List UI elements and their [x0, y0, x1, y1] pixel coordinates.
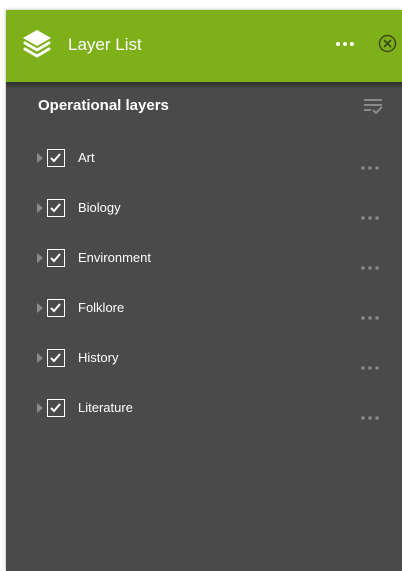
layer-list-panel: Layer List Operational layers Art Biolog… — [6, 10, 402, 571]
more-horizontal-icon[interactable] — [360, 415, 380, 421]
checkmark-icon — [50, 303, 61, 313]
layer-checkbox[interactable] — [47, 249, 65, 267]
layer-label: History — [78, 350, 119, 365]
checkmark-icon — [50, 153, 61, 163]
more-horizontal-icon[interactable] — [360, 365, 380, 371]
layer-row-literature: Literature — [6, 388, 402, 438]
layer-checkbox[interactable] — [47, 349, 65, 367]
close-circle-icon[interactable] — [378, 34, 397, 53]
layer-list: Art Biology Environment Folklore History… — [6, 138, 402, 438]
layers-icon — [23, 30, 51, 58]
layer-label: Art — [78, 150, 95, 165]
caret-right-icon[interactable] — [37, 203, 43, 213]
panel-title: Layer List — [68, 35, 142, 54]
panel-header: Layer List — [6, 10, 402, 82]
layer-checkbox[interactable] — [47, 299, 65, 317]
list-check-icon[interactable] — [362, 96, 384, 116]
layer-row-folklore: Folklore — [6, 288, 402, 338]
layer-label: Folklore — [78, 300, 125, 315]
layer-checkbox[interactable] — [47, 149, 65, 167]
layer-row-biology: Biology — [6, 188, 402, 238]
layer-checkbox[interactable] — [47, 399, 65, 417]
layer-row-environment: Environment — [6, 238, 402, 288]
header-shadow — [6, 82, 402, 89]
more-horizontal-icon[interactable] — [360, 215, 380, 221]
more-horizontal-icon[interactable] — [360, 315, 380, 321]
more-horizontal-icon[interactable] — [335, 40, 355, 48]
more-horizontal-icon[interactable] — [360, 165, 380, 171]
caret-right-icon[interactable] — [37, 303, 43, 313]
layer-label: Biology — [78, 200, 121, 215]
more-horizontal-icon[interactable] — [360, 265, 380, 271]
caret-right-icon[interactable] — [37, 153, 43, 163]
caret-right-icon[interactable] — [37, 253, 43, 263]
caret-right-icon[interactable] — [37, 403, 43, 413]
caret-right-icon[interactable] — [37, 353, 43, 363]
checkmark-icon — [50, 353, 61, 363]
checkmark-icon — [50, 253, 61, 263]
layer-row-art: Art — [6, 138, 402, 188]
checkmark-icon — [50, 403, 61, 413]
section-title: Operational layers — [38, 97, 169, 114]
layer-label: Literature — [78, 400, 133, 415]
checkmark-icon — [50, 203, 61, 213]
layer-row-history: History — [6, 338, 402, 388]
layer-checkbox[interactable] — [47, 199, 65, 217]
layer-label: Environment — [78, 250, 151, 265]
